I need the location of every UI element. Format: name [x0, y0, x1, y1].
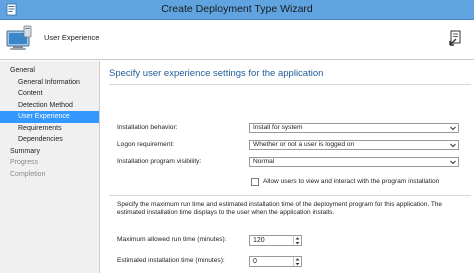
- section-divider: [109, 195, 471, 196]
- page-title: Specify user experience settings for the…: [109, 68, 324, 79]
- chevron-down-icon: [450, 126, 456, 131]
- help-icon[interactable]: [447, 30, 463, 48]
- nav-item-general[interactable]: General: [0, 65, 99, 77]
- title-divider: [109, 84, 471, 85]
- stepper-buttons: [293, 236, 301, 245]
- title-bar: Create Deployment Type Wizard: [0, 0, 474, 20]
- wizard-navigation: General General Information Content Dete…: [0, 61, 100, 273]
- allow-interact-checkbox[interactable]: [251, 178, 259, 186]
- program-visibility-select[interactable]: Normal: [249, 157, 459, 167]
- main-panel: Specify user experience settings for the…: [101, 61, 474, 273]
- run-time-description: Specify the maximum run time and estimat…: [117, 201, 443, 217]
- program-visibility-value: Normal: [253, 158, 275, 165]
- installation-behavior-value: Install for system: [253, 124, 303, 131]
- wizard-header: User Experience: [0, 20, 474, 60]
- stepper-down-icon[interactable]: [294, 262, 301, 267]
- program-visibility-label: Installation program visibility:: [117, 158, 202, 165]
- allow-interact-label[interactable]: Allow users to view and interact with th…: [263, 178, 439, 185]
- installation-behavior-select[interactable]: Install for system: [249, 123, 459, 133]
- stepper-down-icon[interactable]: [294, 241, 301, 246]
- nav-item-user-experience[interactable]: User Experience: [0, 111, 99, 123]
- window-title: Create Deployment Type Wizard: [161, 3, 313, 15]
- chevron-down-icon: [450, 160, 456, 165]
- nav-item-detection-method[interactable]: Detection Method: [0, 100, 99, 112]
- nav-item-completion: Completion: [10, 170, 46, 178]
- nav-item-requirements[interactable]: Requirements: [0, 123, 99, 135]
- nav-item-general-information[interactable]: General Information: [0, 77, 99, 89]
- chevron-down-icon: [450, 143, 456, 148]
- nav-item-progress: Progress: [10, 159, 39, 166]
- max-run-time-value: 120: [253, 237, 265, 244]
- est-install-time-label: Estimated installation time (minutes):: [117, 257, 225, 264]
- nav-item-summary[interactable]: Summary: [0, 146, 99, 158]
- installation-behavior-label: Installation behavior:: [117, 124, 178, 131]
- max-run-time-stepper[interactable]: 120: [249, 235, 302, 246]
- logon-requirement-value: Whether or not a user is logged on: [253, 141, 355, 148]
- nav-item-dependencies[interactable]: Dependencies: [0, 134, 99, 146]
- stepper-buttons: [293, 257, 301, 266]
- nav-item-content[interactable]: Content: [0, 88, 99, 100]
- computer-icon: [6, 25, 32, 50]
- logon-requirement-select[interactable]: Whether or not a user is logged on: [249, 140, 459, 150]
- est-install-time-stepper[interactable]: 0: [249, 256, 302, 267]
- max-run-time-label: Maximum allowed run time (minutes):: [117, 236, 227, 243]
- est-install-time-value: 0: [253, 258, 257, 265]
- wizard-page-name: User Experience: [44, 33, 100, 42]
- logon-requirement-label: Logon requirement:: [117, 141, 175, 148]
